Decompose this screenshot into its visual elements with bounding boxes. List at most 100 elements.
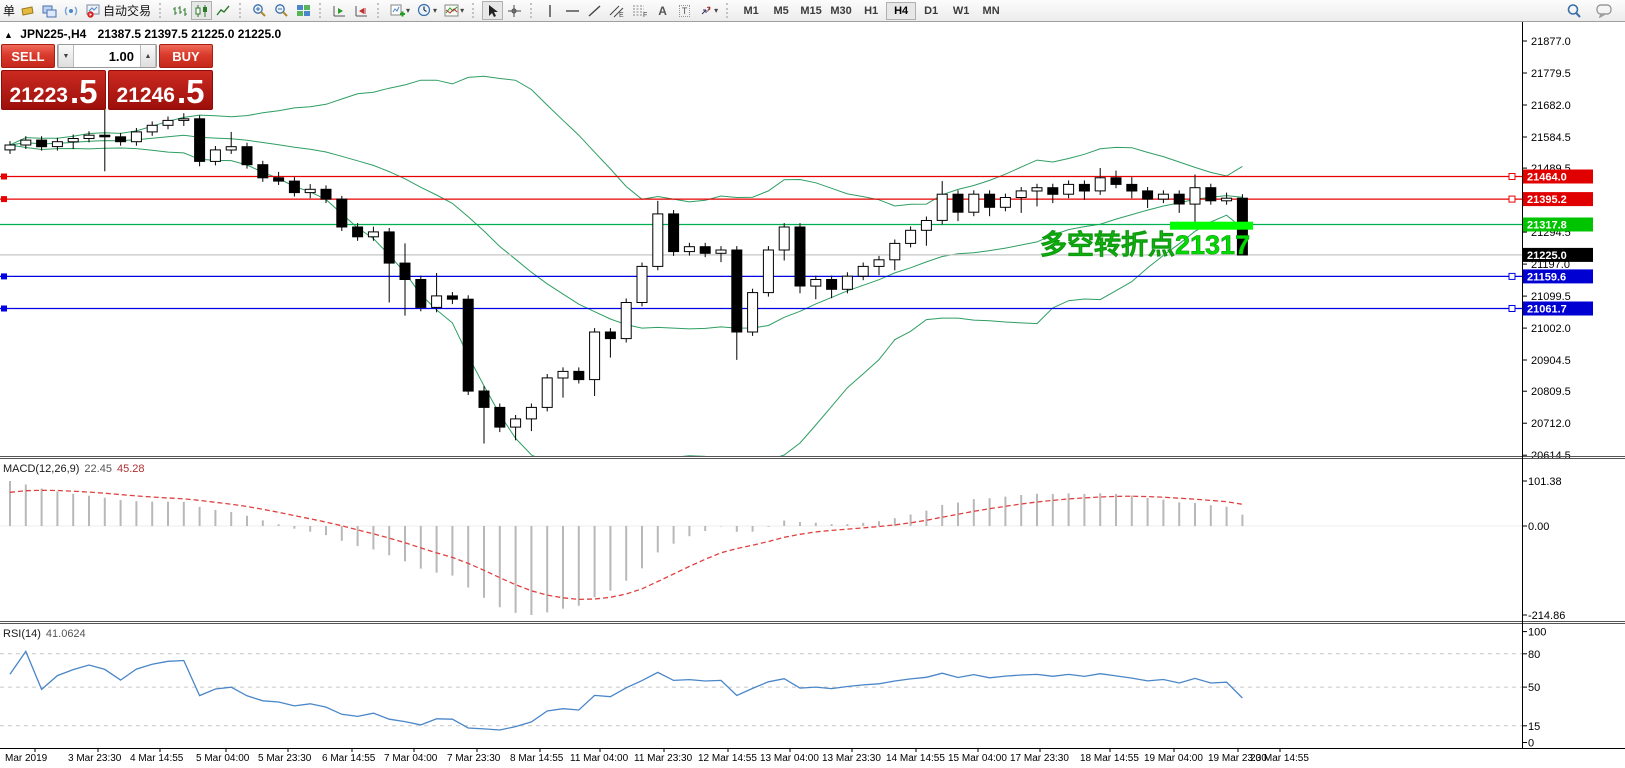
price-axis-label: 20809.5 <box>1531 386 1571 398</box>
candle-body <box>463 299 473 391</box>
candle-body <box>1048 188 1058 195</box>
trendline-tool[interactable] <box>584 1 605 20</box>
tab-timeframe-H4[interactable]: H4 <box>886 2 916 20</box>
svg-text:21061.7: 21061.7 <box>1527 304 1567 316</box>
price-axis-label: 21099.5 <box>1531 291 1571 303</box>
macd-signal-value: 45.28 <box>117 463 145 475</box>
chart-workspace[interactable]: 多空转折点21317101.380.00-214.861008050150218… <box>0 22 1625 768</box>
arrows-tool[interactable]: ▾ <box>696 1 721 20</box>
auto-trading-button[interactable]: 自动交易 <box>83 1 154 20</box>
tab-timeframe-M1[interactable]: M1 <box>736 2 766 20</box>
line-handle[interactable] <box>1509 306 1515 312</box>
chart-shift-icon[interactable] <box>351 1 372 20</box>
time-axis-label: 7 Mar 23:30 <box>447 753 500 764</box>
fibonacci-tool[interactable]: F <box>629 1 651 20</box>
sell-price-int: 21223 <box>10 85 68 106</box>
time-axis-label: 19 Mar 04:00 <box>1144 753 1203 764</box>
candle-body <box>37 140 47 147</box>
new-chart-icon <box>390 4 405 18</box>
time-axis-label: 20 Mar 14:55 <box>1250 753 1309 764</box>
line-glyph <box>216 4 231 18</box>
line-handle[interactable] <box>1509 174 1515 180</box>
highlight-segment[interactable] <box>1170 222 1253 230</box>
periods-button[interactable]: ▾ <box>414 1 440 20</box>
line-handle[interactable] <box>1509 273 1515 279</box>
text-tool[interactable]: A <box>652 1 673 20</box>
candle-body <box>447 296 457 299</box>
candle-body <box>179 119 189 121</box>
chart-annotation[interactable]: 多空转折点21317 <box>1040 229 1250 260</box>
candle-body <box>495 407 505 427</box>
candle-body <box>195 119 205 162</box>
macd-label: MACD(12,26,9)22.4545.28 <box>3 463 144 475</box>
candle-body <box>779 227 789 250</box>
candle-body <box>669 214 679 252</box>
volume-increase-button[interactable]: ▲ <box>140 45 156 67</box>
tab-timeframe-H1[interactable]: H1 <box>856 2 886 20</box>
collapse-panel-icon[interactable]: ▲ <box>4 30 13 40</box>
auto-trading-label: 自动交易 <box>103 2 151 19</box>
candle-body <box>226 147 236 150</box>
tab-timeframe-M30[interactable]: M30 <box>826 2 856 20</box>
partial-order-label[interactable]: 单 <box>2 2 16 19</box>
candle-body <box>5 145 15 150</box>
candle-body <box>906 230 916 243</box>
candle-body <box>147 125 157 132</box>
cursor-icon[interactable] <box>482 1 503 20</box>
horizontal-line-tool[interactable] <box>562 1 583 20</box>
broadcast-icon <box>64 4 79 18</box>
chat-icon[interactable] <box>1593 1 1617 20</box>
macd-axis-label: -214.86 <box>1528 610 1565 622</box>
toolbar-separator <box>530 3 535 18</box>
tab-timeframe-M5[interactable]: M5 <box>766 2 796 20</box>
search-icon[interactable] <box>1563 1 1585 20</box>
new-chart-button[interactable]: ▾ <box>387 1 413 20</box>
candle-body <box>52 142 62 147</box>
signal-icon[interactable] <box>61 1 82 20</box>
line-handle[interactable] <box>1 306 7 312</box>
line-handle[interactable] <box>1 196 7 202</box>
line-handle[interactable] <box>1 174 7 180</box>
tab-timeframe-M15[interactable]: M15 <box>796 2 826 20</box>
price-axis-label: 21584.5 <box>1531 132 1571 144</box>
sell-button[interactable]: SELL <box>1 44 55 68</box>
market-watch-icon[interactable] <box>39 1 60 20</box>
chevron-down-icon: ▾ <box>433 6 437 15</box>
toolbar-separator <box>726 3 731 18</box>
rsi-axis-label: 0 <box>1528 738 1534 750</box>
zoom-out-icon[interactable] <box>271 1 292 20</box>
vertical-line-tool[interactable] <box>540 1 561 20</box>
indicators-button[interactable]: ▾ <box>441 1 467 20</box>
magnifier-glyph <box>1566 3 1582 19</box>
trendline-glyph <box>587 4 602 18</box>
volume-input[interactable] <box>74 45 140 67</box>
tab-timeframe-D1[interactable]: D1 <box>916 2 946 20</box>
auto-scroll-icon[interactable] <box>329 1 350 20</box>
crosshair-icon[interactable] <box>504 1 525 20</box>
volume-decrease-button[interactable]: ▼ <box>58 45 74 67</box>
toolbar: 单 自动交易 ▾ ▾ <box>0 0 1625 22</box>
candlestick-chart-icon[interactable] <box>191 1 212 20</box>
tab-timeframe-MN[interactable]: MN <box>976 2 1006 20</box>
price-tag-21159.6: 21159.6 <box>1523 269 1593 283</box>
candle-body <box>479 391 489 407</box>
new-order-icon[interactable] <box>17 1 38 20</box>
candles-glyph <box>194 4 209 18</box>
tab-timeframe-W1[interactable]: W1 <box>946 2 976 20</box>
equidistant-channel-tool[interactable]: E <box>606 1 628 20</box>
zoom-in-icon[interactable] <box>249 1 270 20</box>
sell-price-button[interactable]: 21223 .5 <box>1 70 106 110</box>
chat-bubble-glyph <box>1596 3 1614 18</box>
buy-button[interactable]: BUY <box>159 44 213 68</box>
tile-windows-icon[interactable] <box>293 1 314 20</box>
line-handle[interactable] <box>1 273 7 279</box>
text-label-tool[interactable]: T <box>674 1 695 20</box>
bar-chart-icon[interactable] <box>169 1 190 20</box>
buy-price-button[interactable]: 21246 .5 <box>108 70 213 110</box>
toolbar-separator <box>319 3 324 18</box>
candle-body <box>921 221 931 231</box>
candle-body <box>1111 178 1121 185</box>
price-chart[interactable]: 多空转折点21317101.380.00-214.861008050150218… <box>0 22 1625 768</box>
line-handle[interactable] <box>1509 196 1515 202</box>
line-chart-icon[interactable] <box>213 1 234 20</box>
